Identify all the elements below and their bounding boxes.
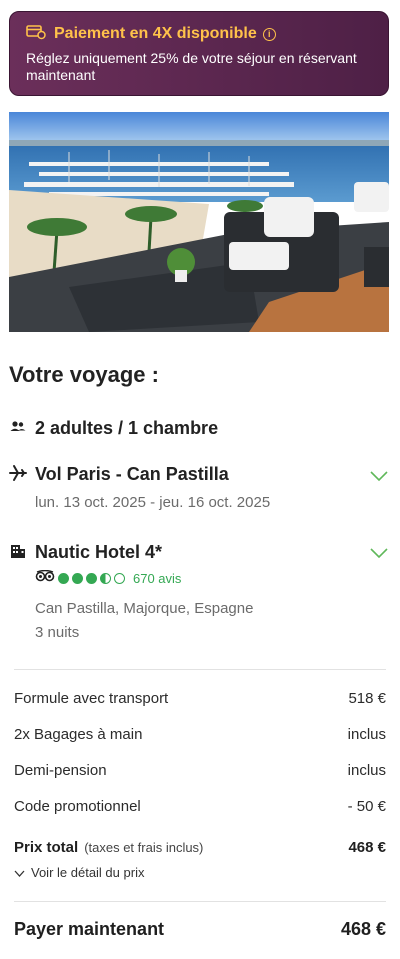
hotel-location: Can Pastilla, Majorque, Espagne	[35, 600, 254, 617]
price-value: 518 €	[348, 690, 386, 707]
price-row-baggage: 2x Bagages à main inclus	[14, 726, 386, 743]
rating-dot	[100, 572, 111, 584]
divider	[14, 901, 386, 902]
price-row-half-board: Demi-pension inclus	[14, 762, 386, 779]
plane-icon	[9, 464, 27, 482]
hotel-nights: 3 nuits	[35, 624, 80, 641]
pay-now-label: Payer maintenant	[14, 919, 165, 939]
total-note: (taxes et frais inclus)	[84, 840, 204, 855]
pay-now-row: Payer maintenant 468 €	[14, 919, 386, 940]
info-icon[interactable]: i	[262, 27, 276, 41]
travellers-summary: 2 adultes / 1 chambre	[35, 418, 219, 438]
hotel-expand-chevron-icon[interactable]	[370, 546, 388, 559]
reviews-count[interactable]: 670 avis	[133, 571, 181, 586]
rating-dot	[58, 572, 69, 584]
total-value: 468 €	[348, 839, 386, 856]
hotel-name: Nautic Hotel 4*	[35, 542, 163, 562]
price-value: inclus	[347, 762, 386, 779]
price-label: 2x Bagages à main	[14, 726, 143, 743]
tripadvisor-owl-icon	[35, 569, 55, 587]
total-label: Prix total	[14, 839, 79, 856]
price-label: Demi-pension	[14, 762, 107, 779]
flight-title: Vol Paris - Can Pastilla	[35, 464, 229, 484]
pay-now-value: 468 €	[340, 919, 386, 939]
flight-expand-chevron-icon[interactable]	[370, 469, 388, 482]
flight-dates: lun. 13 oct. 2025 - jeu. 16 oct. 2025	[35, 494, 271, 511]
hotel-building-icon	[9, 542, 27, 560]
price-row-promo: Code promotionnel - 50 €	[14, 798, 386, 815]
rating-dot	[86, 572, 97, 584]
banner-title: Paiement en 4X disponible	[54, 25, 257, 42]
hotel-photo	[9, 112, 389, 332]
price-detail-link[interactable]: Voir le détail du prix	[14, 865, 144, 880]
payment-4x-banner: Paiement en 4X disponible i Réglez uniqu…	[9, 11, 389, 96]
chevron-down-icon	[14, 865, 25, 880]
price-detail-label: Voir le détail du prix	[31, 865, 145, 880]
rating-dot	[72, 572, 83, 584]
people-icon	[9, 418, 27, 436]
divider	[14, 669, 386, 670]
banner-text: Réglez uniquement 25% de votre séjour en…	[26, 50, 357, 83]
price-value: - 50 €	[347, 798, 386, 815]
price-label: Formule avec transport	[14, 690, 169, 707]
price-label: Code promotionnel	[14, 798, 141, 815]
tripadvisor-rating: 670 avis	[35, 569, 181, 587]
total-price-row: Prix total (taxes et frais inclus) 468 €	[14, 839, 386, 857]
price-value: inclus	[347, 726, 386, 743]
price-row-transport: Formule avec transport 518 €	[14, 690, 386, 707]
section-title: Votre voyage :	[9, 362, 159, 387]
rating-dot	[114, 572, 125, 584]
card-coins-icon	[26, 24, 46, 45]
